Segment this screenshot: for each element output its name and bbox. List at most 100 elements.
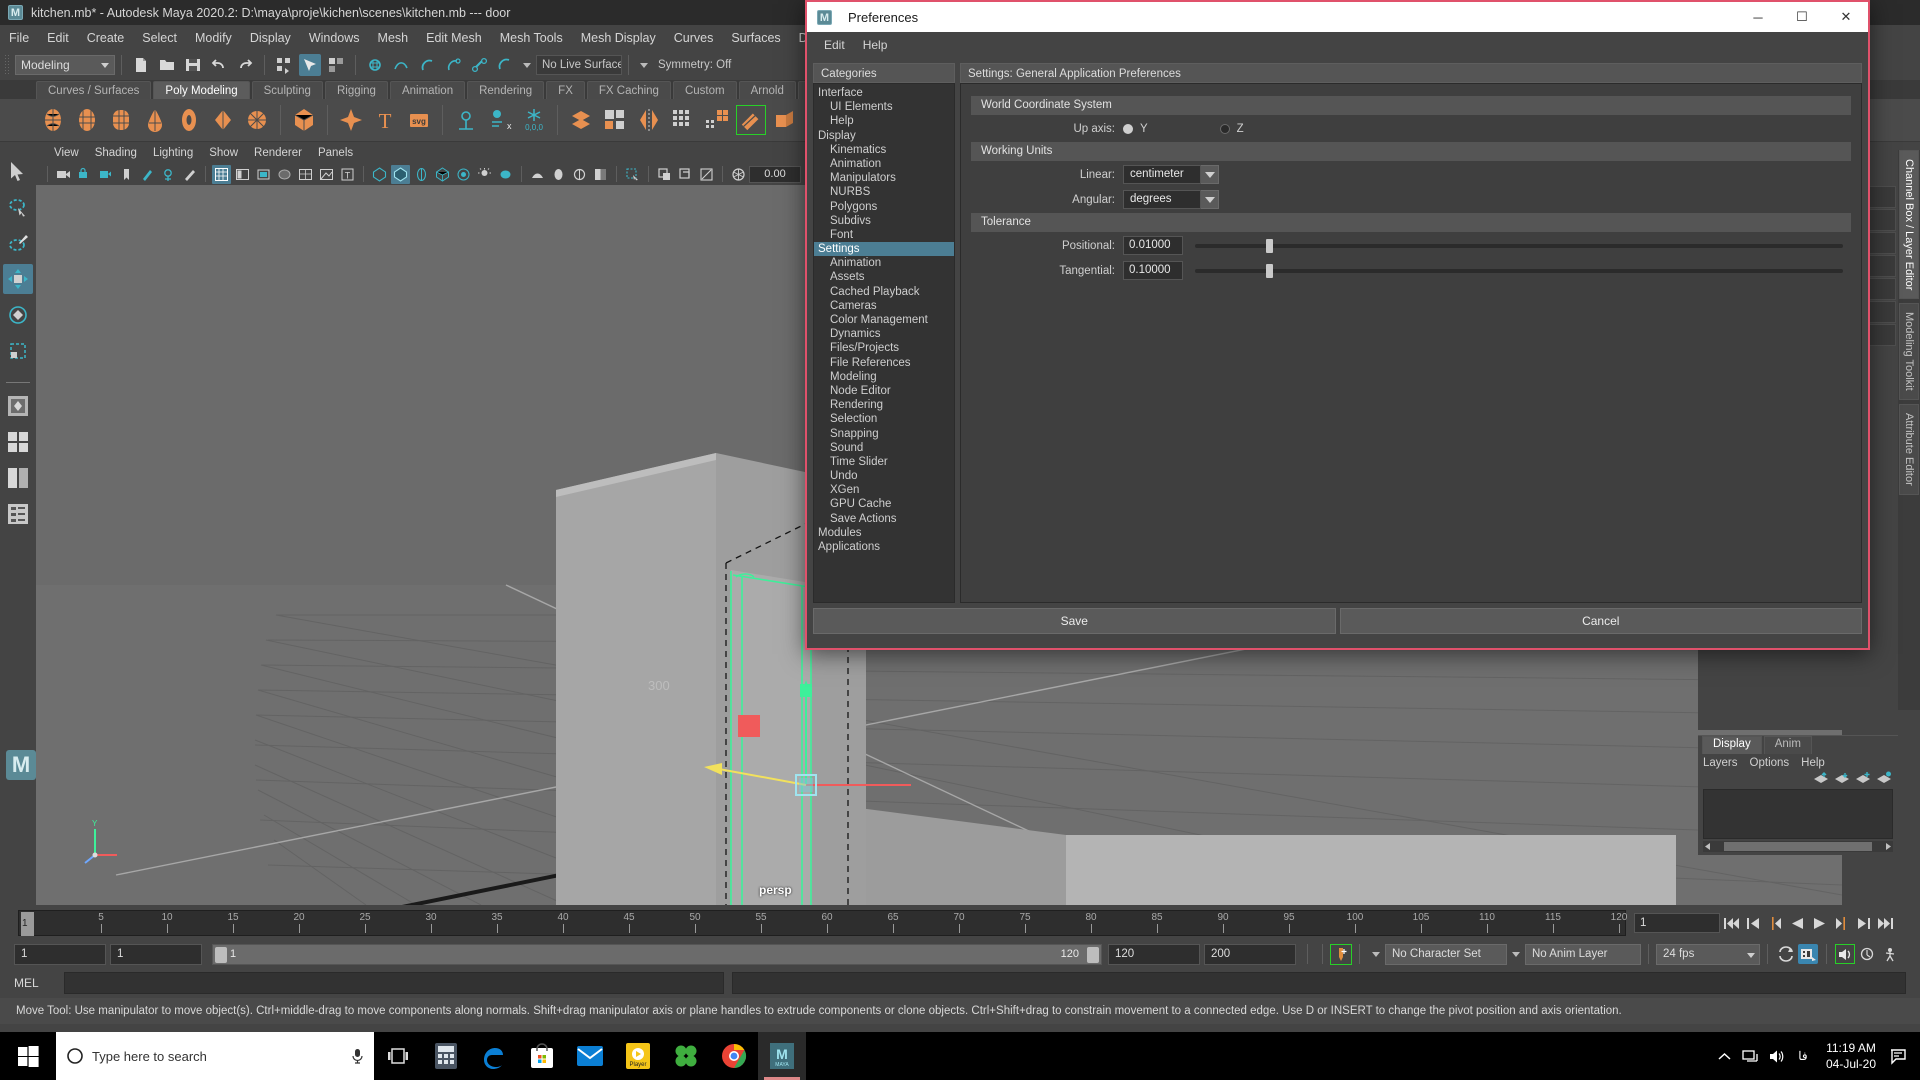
category-item-file-references[interactable]: File References: [814, 356, 954, 370]
freeze-transform-icon[interactable]: 0,0,0: [519, 105, 549, 135]
autodesk-maya-app-icon[interactable]: M MAYA: [758, 1032, 806, 1080]
panel-menu-lighting[interactable]: Lighting: [145, 145, 201, 161]
redo-button[interactable]: [234, 54, 256, 76]
go-to-start-button[interactable]: [1721, 913, 1741, 933]
shelf-tab-rigging[interactable]: Rigging: [324, 81, 388, 99]
command-line-input[interactable]: [64, 972, 724, 994]
network-icon[interactable]: [1738, 1032, 1764, 1080]
shelf-tab-rendering[interactable]: Rendering: [467, 81, 545, 99]
svg-tool-icon[interactable]: svg: [404, 105, 434, 135]
animation-preferences-button[interactable]: [1798, 944, 1818, 964]
panel-menu-renderer[interactable]: Renderer: [246, 145, 310, 161]
right-tab-channel-box-layer-editor[interactable]: Channel Box / Layer Editor: [1899, 150, 1919, 300]
exposure-icon[interactable]: [729, 165, 748, 184]
combine-mesh-icon[interactable]: [566, 105, 596, 135]
snap-to-projected-center-button[interactable]: [442, 54, 464, 76]
preferences-dialog[interactable]: M Preferences ─ ☐ ✕ Edit Help Categories …: [805, 0, 1870, 650]
snap-to-grid-button[interactable]: [364, 54, 386, 76]
layer-editor-panel[interactable]: Display Anim Layers Options Help: [1698, 735, 1898, 855]
shelf-tab-sculpting[interactable]: Sculpting: [251, 81, 323, 99]
render-settings-icon[interactable]: [697, 165, 716, 184]
separate-mesh-icon[interactable]: [600, 105, 630, 135]
cancel-button[interactable]: Cancel: [1339, 608, 1862, 634]
shelf-tab-fx-caching[interactable]: FX Caching: [586, 81, 671, 99]
category-item-display[interactable]: Display: [814, 129, 954, 143]
category-item-ui-elements[interactable]: UI Elements: [814, 100, 954, 114]
layer-list-scrollbar[interactable]: [1703, 841, 1893, 852]
scrollbar-thumb[interactable]: [1724, 842, 1872, 851]
cylinder-tool-icon[interactable]: [106, 105, 136, 135]
menu-item-modify[interactable]: Modify: [186, 28, 241, 48]
use-all-lights-icon[interactable]: [317, 165, 336, 184]
image-plane-icon[interactable]: [138, 165, 157, 184]
category-item-cached-playback[interactable]: Cached Playback: [814, 285, 954, 299]
save-button[interactable]: Save: [813, 608, 1336, 634]
menu-item-file[interactable]: File: [0, 28, 38, 48]
range-end-handle[interactable]: [1087, 946, 1099, 963]
step-back-button[interactable]: [1743, 913, 1763, 933]
positional-tolerance-field[interactable]: 0.01000: [1123, 236, 1183, 255]
move-layer-up-icon[interactable]: [1813, 771, 1829, 785]
display-textures-icon[interactable]: T: [338, 165, 357, 184]
category-item-sound[interactable]: Sound: [814, 441, 954, 455]
sphere-tool-icon[interactable]: [38, 105, 68, 135]
google-chrome-app-icon[interactable]: [710, 1032, 758, 1080]
bounding-box-icon[interactable]: [433, 165, 452, 184]
single-perspective-layout-button[interactable]: [3, 391, 33, 421]
maximize-button[interactable]: ☐: [1780, 2, 1824, 32]
menu-item-display[interactable]: Display: [241, 28, 300, 48]
menu-options[interactable]: Options: [1750, 757, 1790, 769]
rotate-tool-button[interactable]: [3, 300, 33, 330]
paint-select-tool-button[interactable]: [3, 228, 33, 258]
animation-start-field[interactable]: 1: [14, 943, 106, 965]
key-preferences-button[interactable]: [1857, 944, 1877, 964]
tab-display[interactable]: Display: [1702, 736, 1762, 754]
chevron-down-icon[interactable]: [523, 62, 531, 68]
up-axis-z-radio[interactable]: [1219, 123, 1230, 134]
category-item-polygons[interactable]: Polygons: [814, 200, 954, 214]
select-by-object-button[interactable]: [299, 54, 321, 76]
menu-item-windows[interactable]: Windows: [300, 28, 369, 48]
camera-attributes-icon[interactable]: [96, 165, 115, 184]
shelf-tab-arnold[interactable]: Arnold: [738, 81, 796, 99]
animation-preferences-loop-icon[interactable]: [1776, 944, 1796, 964]
new-layer-from-selected-icon[interactable]: [1855, 771, 1871, 785]
live-surface-field[interactable]: No Live Surface: [536, 55, 622, 75]
torus-tool-icon[interactable]: [174, 105, 204, 135]
disc-tool-icon[interactable]: [242, 105, 272, 135]
snap-to-curve-button[interactable]: [390, 54, 412, 76]
category-item-font[interactable]: Font: [814, 228, 954, 242]
move-tool-button[interactable]: [3, 264, 33, 294]
slider-knob[interactable]: [1266, 264, 1274, 278]
range-start-handle[interactable]: [215, 946, 227, 963]
character-animation-button[interactable]: [1879, 944, 1899, 964]
prefs-menu-edit[interactable]: Edit: [815, 35, 854, 55]
time-slider[interactable]: 1 5 10 15 20 25 30 35 40 45 50 55 60 65 70 75 80 85 90 95 1…: [0, 908, 1920, 938]
play-backwards-button[interactable]: [1787, 913, 1807, 933]
four-view-layout-button[interactable]: [3, 427, 33, 457]
mirror-mesh-icon[interactable]: [634, 105, 664, 135]
menu-item-edit[interactable]: Edit: [38, 28, 78, 48]
motion-blur-icon[interactable]: [528, 165, 547, 184]
category-item-interface[interactable]: Interface: [814, 86, 954, 100]
category-item-animation[interactable]: Animation: [814, 256, 954, 270]
xray-joints-icon[interactable]: [391, 164, 410, 184]
sound-toggle-button[interactable]: [1835, 944, 1855, 964]
category-item-animation[interactable]: Animation: [814, 157, 954, 171]
time-slider-track[interactable]: 1 5 10 15 20 25 30 35 40 45 50 55 60 65 70 75 80 85 90 95 1…: [18, 910, 1627, 936]
category-item-xgen[interactable]: XGen: [814, 483, 954, 497]
multi-cut-tool-icon[interactable]: [736, 105, 766, 135]
start-button[interactable]: [0, 1032, 56, 1080]
xray-active-components-icon[interactable]: [412, 165, 431, 184]
symmetry-chevron-icon[interactable]: [640, 62, 648, 68]
menu-item-create[interactable]: Create: [78, 28, 134, 48]
menu-set-selector[interactable]: Modeling: [15, 55, 115, 75]
shelf-tab-poly-modeling[interactable]: Poly Modeling: [153, 81, 250, 99]
shadows-icon[interactable]: [496, 165, 515, 184]
ipr-render-icon[interactable]: [676, 165, 695, 184]
command-response-field[interactable]: [732, 972, 1906, 994]
snap-to-view-plane-button[interactable]: [468, 54, 490, 76]
lighting-icon[interactable]: [475, 165, 494, 184]
category-item-manipulators[interactable]: Manipulators: [814, 171, 954, 185]
new-scene-button[interactable]: [130, 54, 152, 76]
